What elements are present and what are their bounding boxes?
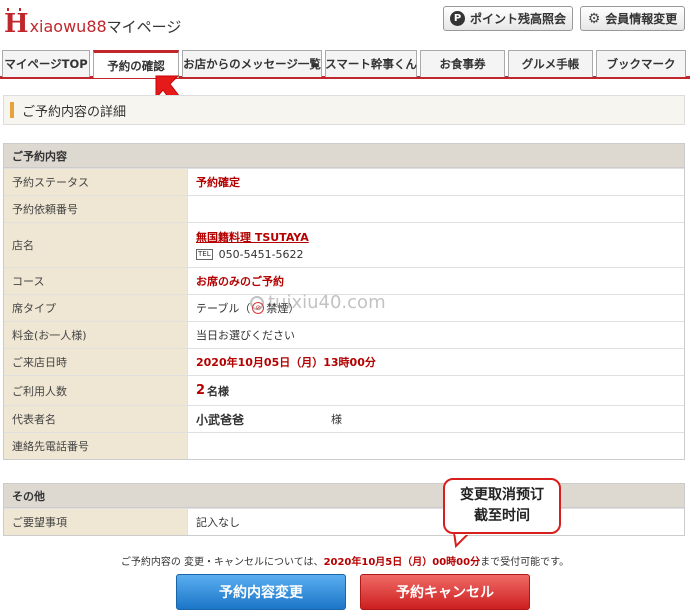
table-row: ご来店日時 2020年10月05日（月）13時00分 <box>4 348 684 375</box>
tel-icon: TEL <box>196 249 213 260</box>
table-row: 代表者名 小武爸爸 様 <box>4 405 684 432</box>
tab-mypage-top[interactable]: マイページTOP <box>2 50 90 77</box>
notice-post: まで受付可能です。 <box>480 557 570 568</box>
seat-type-suffix: 禁煙） <box>266 302 300 315</box>
points-balance-label: ポイント残高照会 <box>469 12 566 26</box>
other-info-table: その他 ご要望事項 記入なし <box>3 483 685 536</box>
notice-deadline: 2020年10月5日（月）00時00分 <box>323 557 481 568</box>
table-row: ご利用人数 2 名様 <box>4 375 684 405</box>
seat-type-value: テーブル（ ⊘ 禁煙） <box>188 295 684 321</box>
deadline-callout: 变更取消预订 截至时间 <box>443 478 561 534</box>
logo-fork-icon: H <box>4 8 29 39</box>
reservation-details-table: ご予約内容 予約ステータス 予約確定 予約依頼番号 店名 無国籍料理 TSUTA… <box>3 143 685 460</box>
section-heading: その他 <box>4 484 684 508</box>
row-label: ご要望事項 <box>4 509 188 535</box>
tab-bookmark[interactable]: ブックマーク <box>596 50 686 77</box>
tab-shop-messages[interactable]: お店からのメッセージ一覧 <box>182 50 322 77</box>
table-row: 料金(お一人様) 当日お選びください <box>4 321 684 348</box>
shop-tel: TEL 050-5451-5622 <box>196 248 304 261</box>
no-smoking-icon: ⊘ <box>252 302 265 314</box>
points-icon: P <box>449 11 465 26</box>
callout-tail <box>452 532 472 548</box>
table-row: 連絡先電話番号 <box>4 432 684 459</box>
logo-suffix: マイページ <box>106 18 182 36</box>
title-accent-bar <box>10 102 14 118</box>
tab-gourmet-notebook[interactable]: グルメ手帳 <box>508 50 593 77</box>
tab-smart-kanji[interactable]: スマート幹事くん <box>325 50 417 77</box>
callout-line-2: 截至时间 <box>474 508 530 524</box>
request-number <box>188 196 684 222</box>
cancel-reservation-button[interactable]: 予約キャンセル <box>360 574 530 610</box>
row-label: 連絡先電話番号 <box>4 433 188 459</box>
table-row: 席タイプ テーブル（ ⊘ 禁煙） <box>4 294 684 321</box>
row-label: 代表者名 <box>4 406 188 432</box>
visit-datetime: 2020年10月05日（月）13時00分 <box>196 356 376 369</box>
table-row: 予約ステータス 予約確定 <box>4 168 684 195</box>
seat-type-prefix: テーブル（ <box>196 302 251 315</box>
requests-value: 記入なし <box>196 516 240 529</box>
row-label: ご利用人数 <box>4 376 188 405</box>
shop-name-link[interactable]: 無国籍料理 TSUTAYA <box>196 229 309 245</box>
row-label: ご来店日時 <box>4 349 188 375</box>
row-label: 席タイプ <box>4 295 188 321</box>
points-balance-button[interactable]: P ポイント残高照会 <box>443 6 573 31</box>
row-label: 料金(お一人様) <box>4 322 188 348</box>
row-label: コース <box>4 268 188 294</box>
header: H xiaowu88 マイページ P ポイント残高照会 ⚙ 会員情報変更 <box>0 0 690 45</box>
table-row: 店名 無国籍料理 TSUTAYA TEL 050-5451-5622 <box>4 222 684 267</box>
change-reservation-button[interactable]: 予約内容変更 <box>176 574 346 610</box>
gear-icon: ⚙ <box>587 10 601 27</box>
price-value: 当日お選びください <box>196 329 295 342</box>
party-unit: 名様 <box>207 384 230 398</box>
tab-meal-voucher[interactable]: お食事券 <box>420 50 505 77</box>
course-value: お席のみのご予約 <box>196 275 284 288</box>
callout-line-1: 变更取消预订 <box>460 487 544 503</box>
site-logo[interactable]: H xiaowu88 マイページ <box>4 6 181 38</box>
row-label: 店名 <box>4 223 188 267</box>
logo-text: xiaowu88 <box>29 17 107 36</box>
page-title: ご予約内容の詳細 <box>3 95 685 125</box>
representative-name: 小武爸爸 様 <box>188 406 684 432</box>
main-tabs: マイページTOP 予約の確認 お店からのメッセージ一覧 スマート幹事くん お食事… <box>0 49 690 79</box>
contact-phone <box>188 433 684 459</box>
tel-number: 050-5451-5622 <box>218 248 304 261</box>
honorific: 様 <box>331 413 342 426</box>
row-label: 予約ステータス <box>4 169 188 195</box>
member-info-button[interactable]: ⚙ 会員情報変更 <box>580 6 685 31</box>
change-cancel-notice: ご予約内容の 変更・キャンセルについては、2020年10月5日（月）00時00分… <box>0 553 690 568</box>
member-info-label: 会員情報変更 <box>605 12 678 26</box>
shop-cell: 無国籍料理 TSUTAYA TEL 050-5451-5622 <box>188 223 684 267</box>
party-size: 2 名様 <box>188 376 684 405</box>
table-row: ご要望事項 記入なし <box>4 508 684 535</box>
name-value: 小武爸爸 <box>196 412 245 427</box>
table-row: 予約依頼番号 <box>4 195 684 222</box>
section-heading: ご予約内容 <box>4 144 684 168</box>
row-label: 予約依頼番号 <box>4 196 188 222</box>
page-title-text: ご予約内容の詳細 <box>22 104 127 120</box>
party-count: 2 <box>196 383 206 398</box>
notice-pre: ご予約内容の 変更・キャンセルについては、 <box>120 557 324 568</box>
reservation-status: 予約確定 <box>196 176 240 189</box>
table-row: コース お席のみのご予約 <box>4 267 684 294</box>
